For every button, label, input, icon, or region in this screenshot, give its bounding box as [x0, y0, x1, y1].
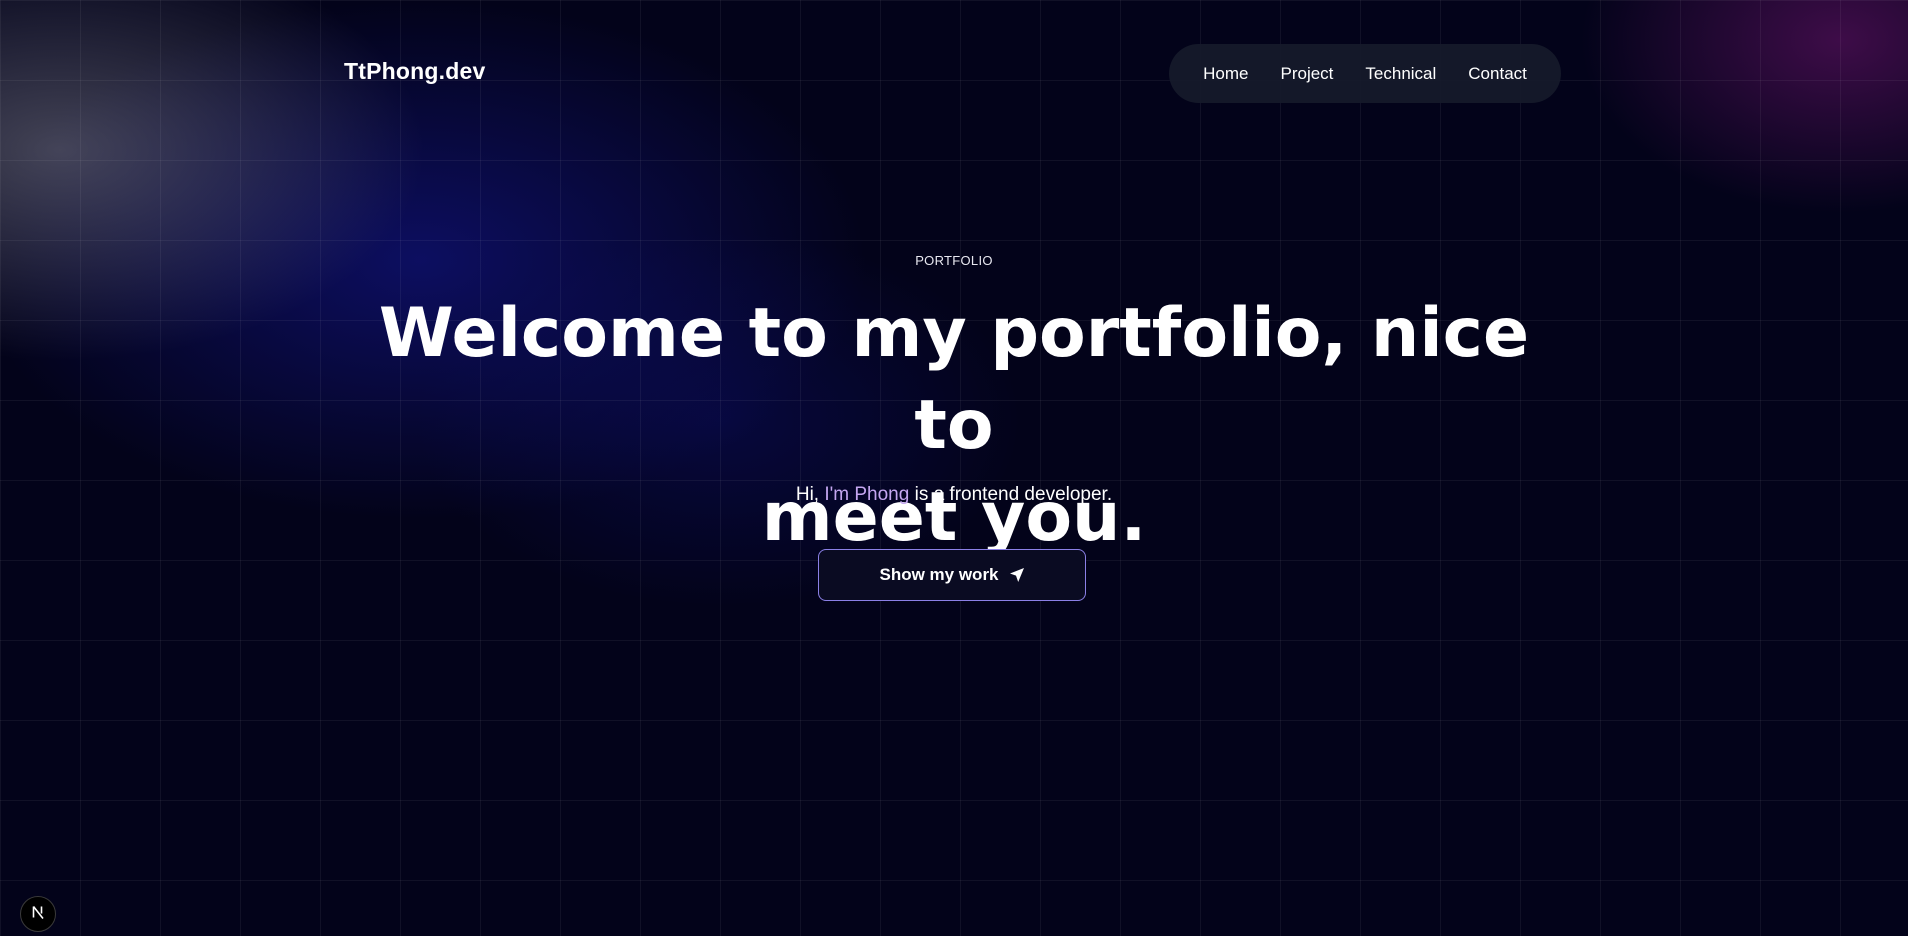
hero-eyebrow: PORTFOLIO — [915, 253, 993, 268]
site-logo[interactable]: TtPhong.dev — [344, 58, 485, 85]
hero-headline-line1: Welcome to my portfolio, nice to — [378, 294, 1530, 465]
nextjs-icon — [28, 902, 48, 927]
nextjs-dev-indicator[interactable] — [20, 896, 56, 932]
nav-item-contact[interactable]: Contact — [1468, 64, 1527, 84]
subtitle-prefix: Hi, — [795, 484, 825, 505]
subtitle-name: I'm Phong — [824, 484, 910, 505]
show-my-work-button[interactable]: Show my work — [818, 549, 1086, 601]
nav-item-technical[interactable]: Technical — [1365, 64, 1436, 84]
hero-subtitle: Hi, I'm Phong is a frontend developer. — [0, 484, 1908, 506]
show-my-work-label: Show my work — [879, 565, 999, 584]
send-icon — [1009, 567, 1025, 583]
nav-item-home[interactable]: Home — [1203, 64, 1248, 84]
subtitle-suffix: is a frontend developer. — [909, 484, 1113, 505]
main-nav: Home Project Technical Contact — [1169, 44, 1561, 103]
hero-headline: Welcome to my portfolio, nice to meet yo… — [354, 288, 1554, 564]
nav-item-project[interactable]: Project — [1280, 64, 1333, 84]
